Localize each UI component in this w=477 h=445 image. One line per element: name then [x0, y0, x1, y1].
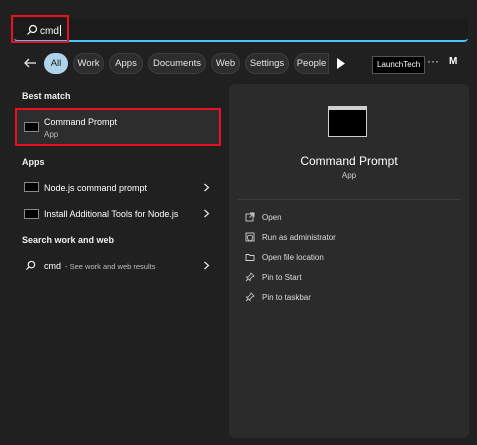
- best-match-command-prompt[interactable]: [15, 108, 221, 146]
- filter-chip-settings[interactable]: Settings: [245, 53, 289, 74]
- best-match-title: Command Prompt: [44, 117, 118, 127]
- search-work-web-header: Search work and web: [22, 235, 115, 245]
- detail-subtitle: App: [341, 171, 357, 180]
- search-box[interactable]: [14, 18, 468, 42]
- cmd-icon: [24, 122, 39, 132]
- cmd-icon: [24, 182, 39, 192]
- filter-chip-apps[interactable]: Apps: [109, 53, 143, 74]
- org-badge[interactable]: LaunchTech: [372, 56, 426, 74]
- apps-header: Apps: [22, 157, 45, 167]
- back-arrow-icon[interactable]: [23, 56, 37, 70]
- cmd-large-icon: [328, 106, 367, 137]
- scroll-right-icon[interactable]: [336, 58, 346, 69]
- app-result-label: Install Additional Tools for Node.js: [44, 209, 179, 219]
- more-options-icon[interactable]: ···: [427, 54, 439, 68]
- detail-divider: [238, 199, 460, 200]
- best-match-subtitle: App: [44, 130, 59, 139]
- web-result-query: cmd: [44, 261, 62, 271]
- action-label: Pin to taskbar: [262, 293, 311, 302]
- filter-chip-work[interactable]: Work: [73, 53, 104, 74]
- action-label: Open file location: [262, 253, 324, 262]
- web-result-label: cmd - See work and web results: [44, 261, 155, 271]
- action-label: Pin to Start: [262, 273, 302, 282]
- search-query: cmd: [40, 26, 59, 37]
- chevron-right-icon[interactable]: [203, 261, 210, 270]
- action-label: Run as administrator: [262, 233, 336, 242]
- search-input[interactable]: cmd: [40, 25, 61, 37]
- avatar[interactable]: M: [449, 56, 457, 67]
- pin-icon: [245, 272, 255, 282]
- filter-chip-web[interactable]: Web: [211, 53, 240, 74]
- detail-title: Command Prompt: [300, 154, 398, 168]
- folder-icon: [245, 254, 255, 261]
- filter-chip-all[interactable]: All: [44, 53, 68, 74]
- chevron-right-icon[interactable]: [203, 209, 210, 218]
- filter-chip-people[interactable]: People: [294, 53, 329, 74]
- text-caret: [59, 25, 61, 36]
- best-match-header: Best match: [22, 91, 71, 101]
- filter-bar: All Work Apps Documents Web Settings Peo…: [0, 53, 477, 75]
- web-result-suffix: - See work and web results: [65, 262, 156, 271]
- open-icon: [245, 212, 255, 222]
- search-icon: [27, 24, 38, 35]
- app-result-label: Node.js command prompt: [44, 183, 148, 193]
- filter-chip-documents[interactable]: Documents: [148, 53, 206, 74]
- search-icon: [25, 260, 36, 271]
- chevron-right-icon[interactable]: [203, 183, 210, 192]
- pin-icon: [245, 292, 255, 302]
- cmd-icon: [24, 209, 39, 219]
- shield-icon: [245, 232, 255, 242]
- action-label: Open: [262, 213, 282, 222]
